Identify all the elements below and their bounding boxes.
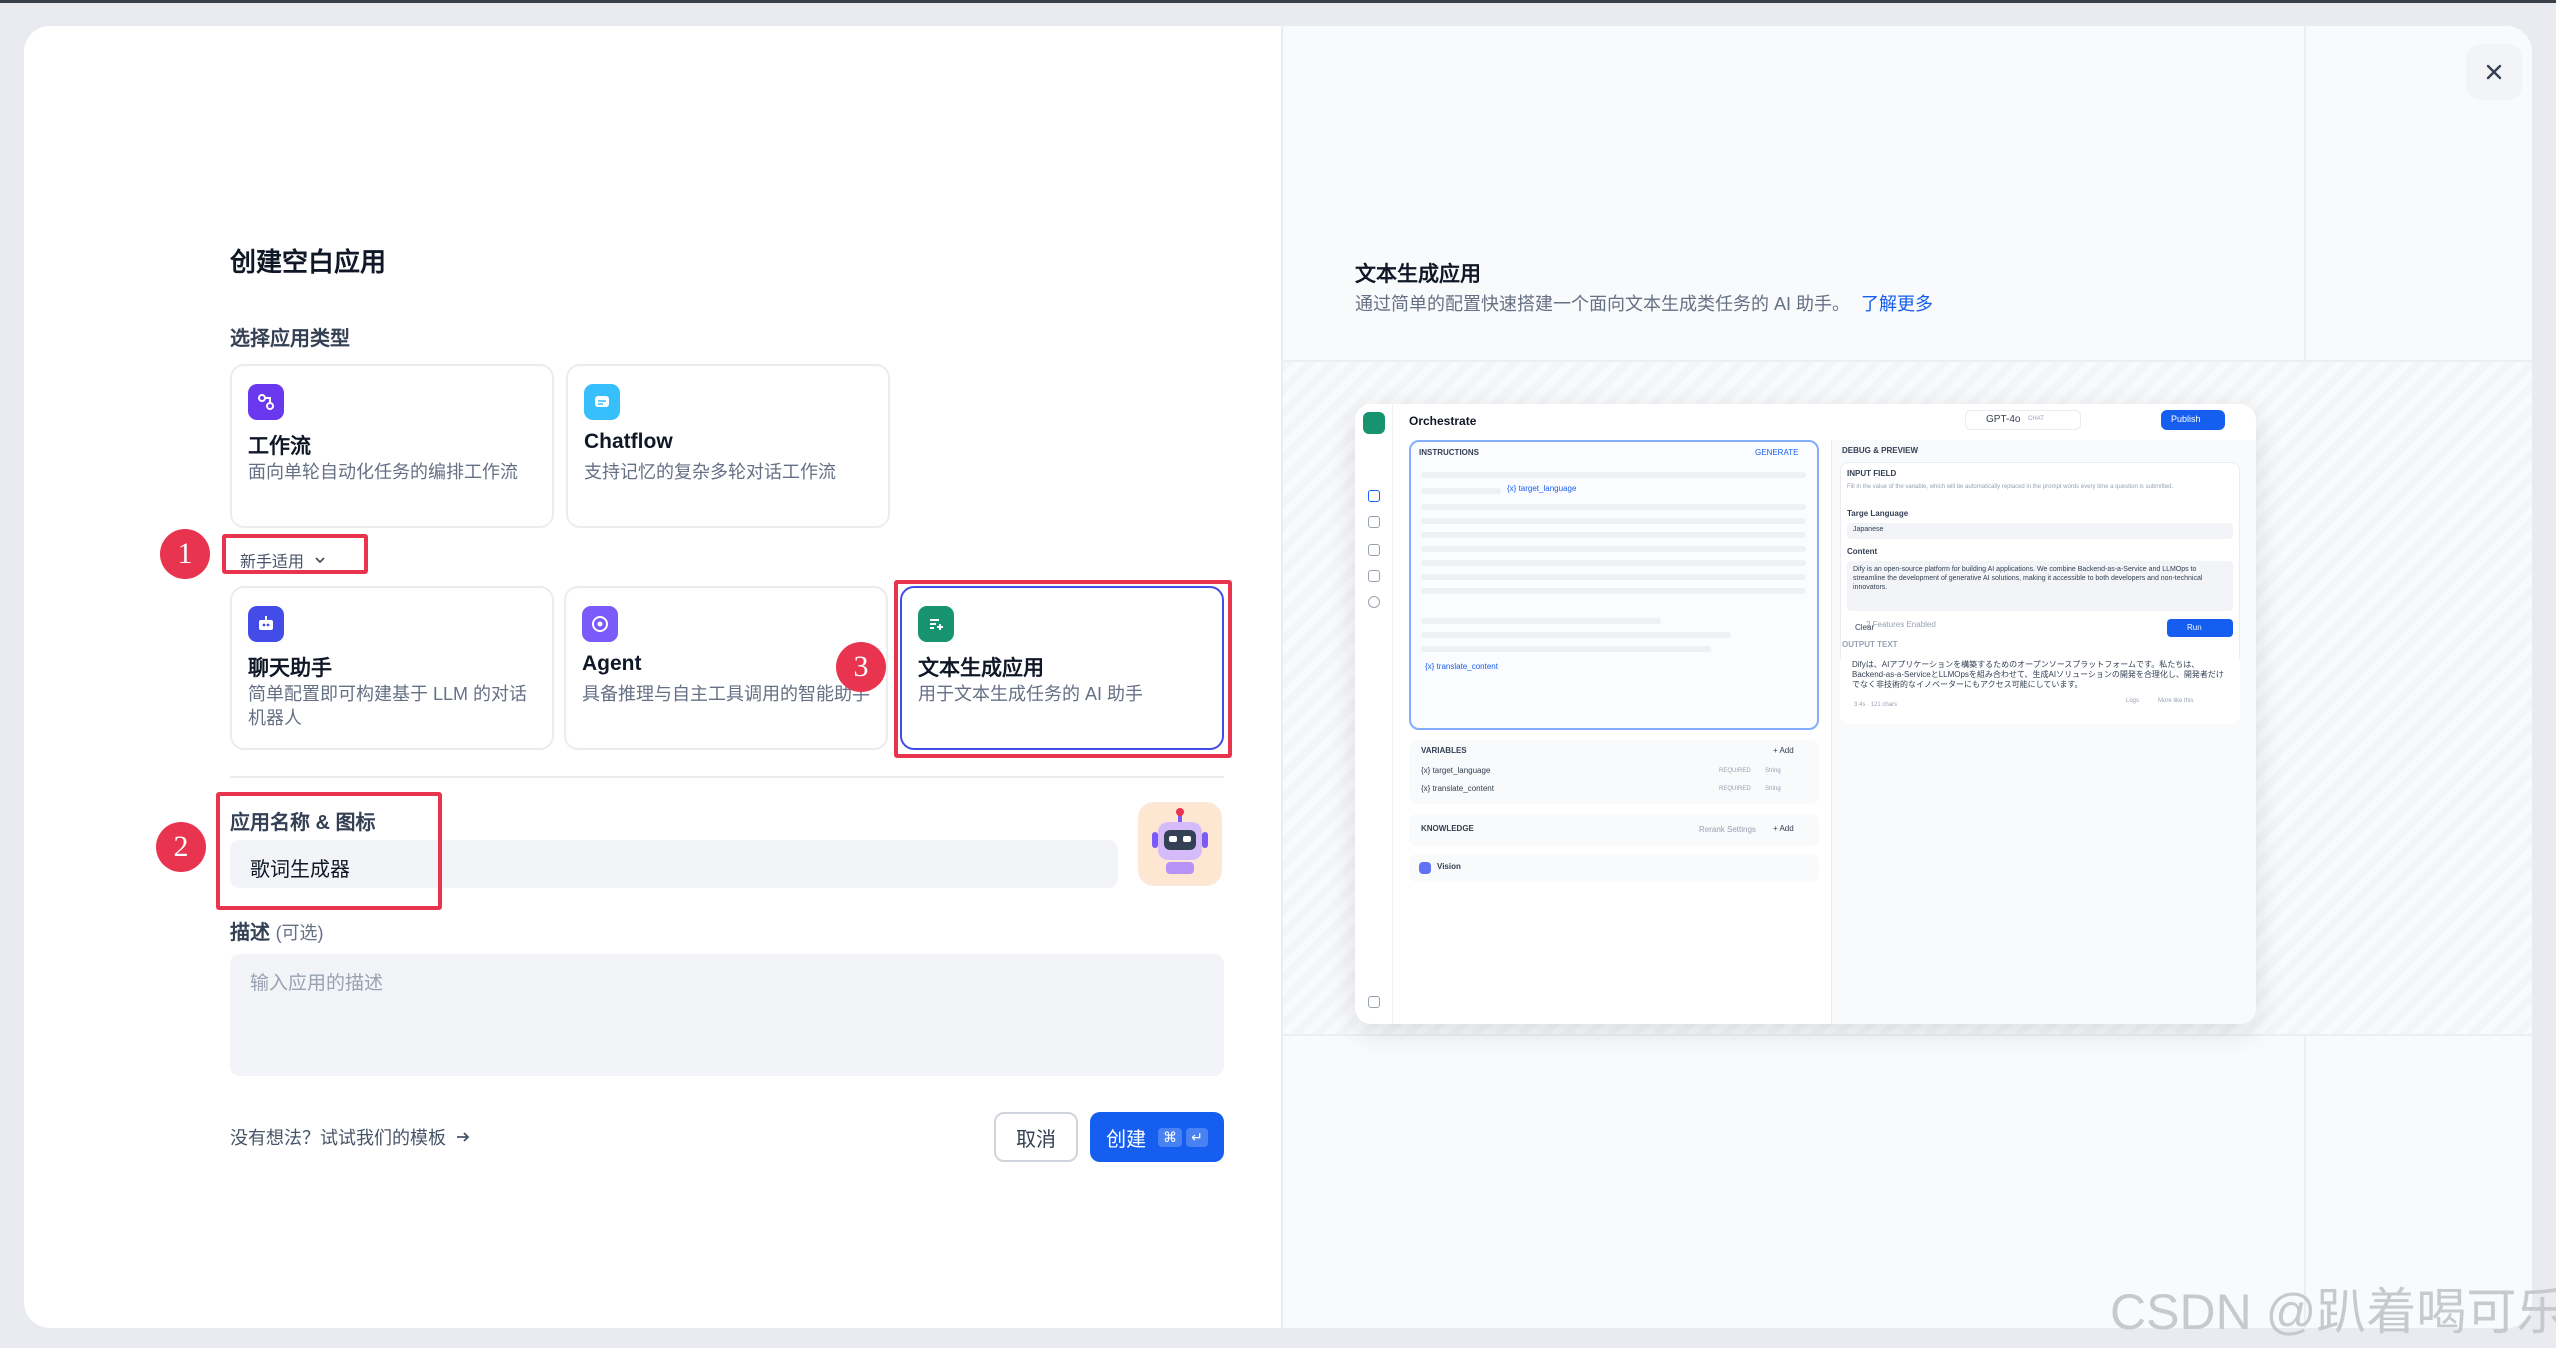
description-textarea[interactable]: 输入应用的描述 — [230, 954, 1224, 1076]
annotation-number-2: 2 — [156, 822, 206, 872]
chatflow-icon — [584, 384, 620, 420]
debug-preview-panel: DEBUG & PREVIEW INPUT FIELD Fill in the … — [1831, 440, 2256, 1024]
preview-title: 文本生成应用 — [1355, 263, 1481, 286]
window-top-border — [0, 0, 2556, 3]
text-generator-preview-screenshot: Orchestrate GPT-4o CHAT Publish INSTRUCT… — [1355, 404, 2256, 1024]
preview-description: 通过简单的配置快速搭建一个面向文本生成类任务的 AI 助手。 了解更多 — [1355, 294, 1934, 314]
agent-icon — [582, 606, 618, 642]
model-selector: GPT-4o CHAT — [1965, 410, 2081, 430]
close-button[interactable] — [2466, 44, 2522, 100]
create-app-dialog: 文本生成应用 通过简单的配置快速搭建一个面向文本生成类任务的 AI 助手。 了解… — [24, 26, 2532, 1328]
api-icon — [1368, 516, 1380, 528]
section-divider — [230, 776, 1224, 778]
cancel-button[interactable]: 取消 — [994, 1112, 1078, 1162]
grid-line — [1283, 1034, 2532, 1036]
monitor-icon — [1368, 596, 1380, 608]
annotation-box-2 — [216, 792, 442, 910]
app-type-card-chat-assistant[interactable]: 聊天助手 简单配置即可构建基于 LLM 的对话机器人 — [230, 586, 554, 750]
cmd-key-icon: ⌘ — [1158, 1127, 1183, 1147]
enter-key-icon: ↵ — [1186, 1127, 1208, 1147]
app-type-label: 选择应用类型 — [230, 328, 350, 350]
instructions-editor: INSTRUCTIONS GENERATE {x} target_languag… — [1409, 440, 1819, 730]
output-text: Difyは、AIアプリケーションを構築するためのオープンソースプラットフォームで… — [1840, 654, 2240, 724]
annotation-number-1: 1 — [160, 529, 210, 579]
logs-icon — [1368, 544, 1380, 556]
workflow-icon — [248, 384, 284, 420]
watermark: CSDN @趴着喝可乐 — [2110, 1284, 2556, 1340]
annotation-box-3 — [894, 580, 1232, 758]
app-type-card-workflow[interactable]: 工作流 面向单轮自动化任务的编排工作流 — [230, 364, 554, 528]
orchestrate-icon — [1368, 490, 1380, 502]
annotation-icon — [1368, 570, 1380, 582]
annotation-box-1 — [222, 534, 368, 574]
variables-section: VARIABLES + Add {x} target_language REQU… — [1409, 740, 1819, 804]
learn-more-link[interactable]: 了解更多 — [1861, 294, 1933, 314]
app-icon — [1363, 412, 1385, 434]
robot-icon — [1152, 808, 1208, 874]
publish-button: Publish — [2161, 410, 2225, 430]
knowledge-section: KNOWLEDGE Rerank Settings + Add — [1409, 814, 1819, 846]
arrow-right-icon — [457, 1132, 470, 1142]
orchestrate-title: Orchestrate — [1409, 414, 1477, 428]
template-hint-link[interactable]: 没有想法？试试我们的模板 — [230, 1124, 472, 1150]
chat-assistant-icon — [248, 606, 284, 642]
create-button[interactable]: 创建 ⌘ ↵ — [1090, 1112, 1224, 1162]
app-icon-picker[interactable] — [1138, 802, 1222, 886]
icon-rail — [1355, 404, 1393, 1024]
app-type-card-chatflow[interactable]: Chatflow 支持记忆的复杂多轮对话工作流 — [566, 364, 890, 528]
annotation-number-3: 3 — [836, 642, 886, 692]
dialog-title: 创建空白应用 — [230, 247, 387, 277]
description-label: 描述 (可选) — [230, 922, 324, 944]
close-icon — [2486, 64, 2502, 80]
collapse-icon — [1368, 996, 1380, 1008]
vision-section: Vision — [1409, 854, 1819, 882]
